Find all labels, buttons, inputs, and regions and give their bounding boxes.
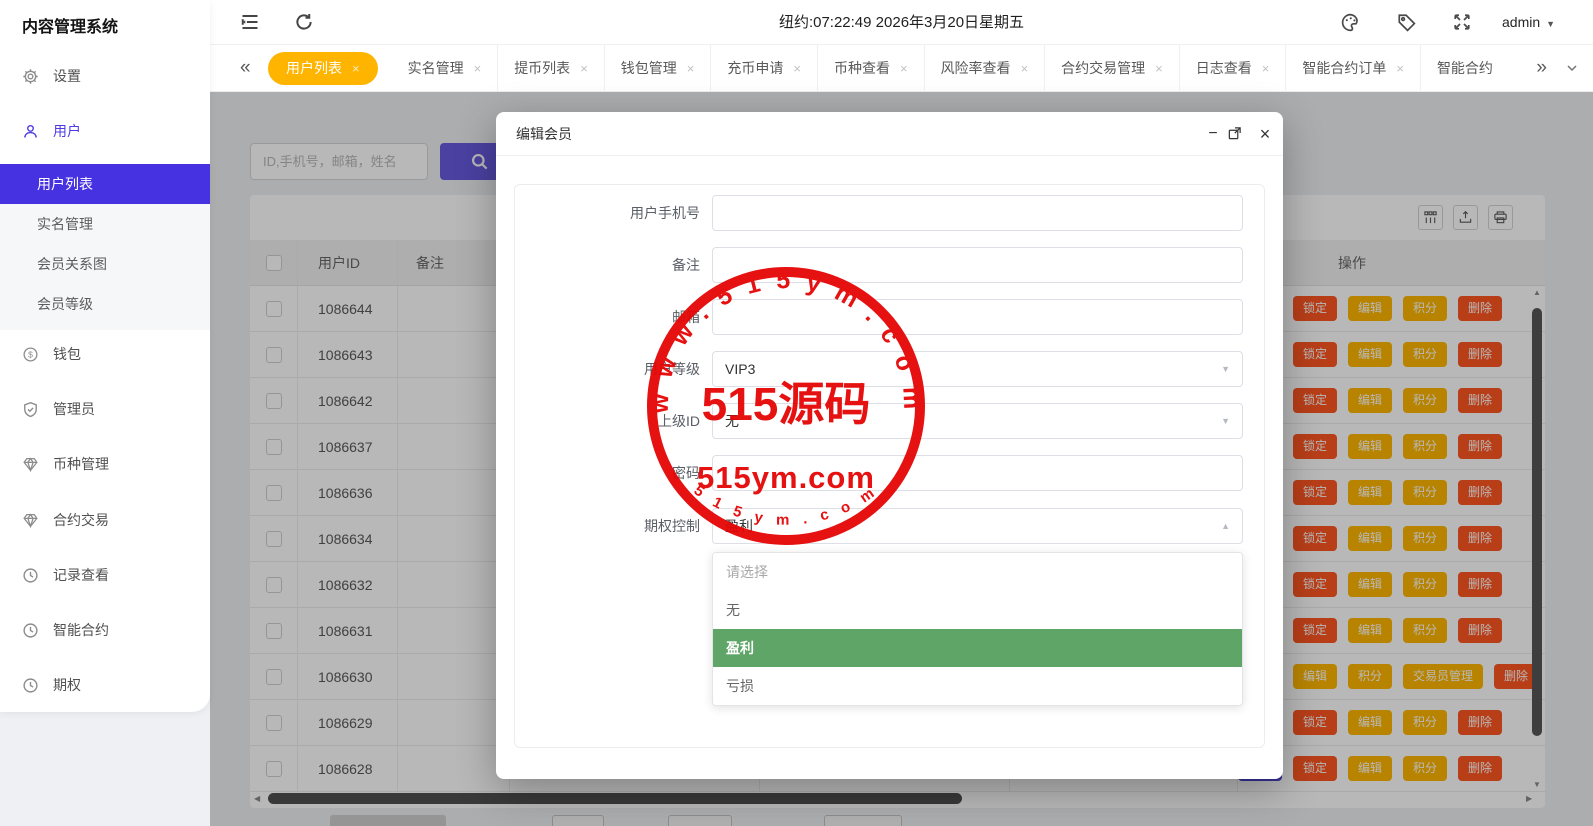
close-icon[interactable]: × [474, 61, 482, 76]
tab-smart-contract-orders[interactable]: 智能合约订单× [1286, 45, 1421, 92]
maximize-icon[interactable] [1227, 112, 1251, 156]
close-icon[interactable]: × [352, 61, 360, 76]
field-label-remark: 备注 [556, 247, 700, 283]
clock-display: 纽约:07:22:49 2026年3月20日星期五 [210, 0, 1593, 45]
clock-icon [22, 622, 39, 639]
sidebar-item-users[interactable]: 用户 [0, 112, 210, 150]
user-menu[interactable]: admin ▼ [1502, 0, 1555, 45]
submenu-item-realname[interactable]: 实名管理 [0, 204, 210, 244]
fullscreen-icon[interactable] [1452, 12, 1472, 32]
users-submenu: 用户列表 实名管理 会员关系图 会员等级 [0, 164, 210, 330]
tabs-scroll-right-icon[interactable]: » [1536, 45, 1547, 92]
close-icon[interactable]: × [793, 61, 801, 76]
field-label-option-control: 期权控制 [556, 508, 700, 544]
sidebar-item-smart-contract[interactable]: 智能合约 [0, 611, 210, 649]
sidebar-item-records[interactable]: 记录查看 [0, 556, 210, 594]
close-icon[interactable]: × [687, 61, 695, 76]
gear-icon [22, 68, 39, 85]
sidebar-item-label: 设置 [53, 66, 81, 86]
field-label-level: 用户等级 [556, 351, 700, 387]
sidebar-item-label: 记录查看 [53, 565, 109, 585]
tab-withdraw-list[interactable]: 提币列表× [498, 45, 605, 92]
modal-header: 编辑会员 − × [496, 112, 1283, 156]
sidebar-item-admins[interactable]: 管理员 [0, 390, 210, 428]
field-label-email: 邮箱 [556, 299, 700, 335]
tabs-menu-chevron-icon[interactable] [1565, 61, 1579, 75]
top-bar: 纽约:07:22:49 2026年3月20日星期五 admin ▼ [0, 0, 1593, 45]
modal-title: 编辑会员 [516, 112, 572, 156]
app-root: 纽约:07:22:49 2026年3月20日星期五 admin ▼ 内容管理系统 … [0, 0, 1593, 826]
close-icon[interactable]: × [1155, 61, 1163, 76]
caret-up-icon: ▲ [1221, 509, 1230, 543]
dollar-glyph: $ [28, 349, 33, 359]
tab-contract-trade-manage[interactable]: 合约交易管理× [1045, 45, 1180, 92]
caret-down-icon: ▼ [1546, 19, 1555, 29]
edit-member-modal: 编辑会员 − × 用户手机号 备注 邮箱 用户等级 VIP3▼ 上级ID 无▼ [496, 112, 1283, 779]
clock-icon [22, 677, 39, 694]
submenu-item-user-list[interactable]: 用户列表 [0, 164, 210, 204]
tab-strip: 用户列表× 实名管理× 提币列表× 钱包管理× 充币申请× 币种查看× 风险率查… [268, 45, 1515, 92]
submenu-item-relation-graph[interactable]: 会员关系图 [0, 244, 210, 284]
username: admin [1502, 14, 1540, 30]
sidebar-item-label: 用户 [53, 121, 81, 141]
sidebar-item-label: 智能合约 [53, 620, 109, 640]
close-icon[interactable]: × [1253, 112, 1277, 156]
sidebar-item-settings[interactable]: 设置 [0, 57, 210, 95]
sidebar-item-label: 管理员 [53, 399, 95, 419]
field-label-parent-id: 上级ID [556, 403, 700, 439]
tab-coin-view[interactable]: 币种查看× [818, 45, 925, 92]
close-icon[interactable]: × [580, 61, 588, 76]
field-label-password: 密码 [556, 455, 700, 491]
sidebar-item-label: 期权 [53, 675, 81, 695]
option-control-select[interactable]: 盈利▲ [712, 508, 1243, 544]
dropdown-option-loss[interactable]: 亏损 [713, 667, 1242, 705]
clock-icon [22, 567, 39, 584]
phone-input[interactable] [712, 195, 1243, 231]
tab-log-view[interactable]: 日志查看× [1180, 45, 1287, 92]
gem-icon [22, 512, 39, 529]
option-control-dropdown: 请选择 无 盈利 亏损 [712, 552, 1243, 706]
sidebar-item-label: 钱包 [53, 344, 81, 364]
level-select[interactable]: VIP3▼ [712, 351, 1243, 387]
tab-wallet-manage[interactable]: 钱包管理× [605, 45, 712, 92]
close-icon[interactable]: × [1021, 61, 1029, 76]
dropdown-option-profit[interactable]: 盈利 [713, 629, 1242, 667]
field-label-phone: 用户手机号 [556, 195, 700, 231]
tag-icon[interactable] [1396, 12, 1417, 33]
dropdown-option-placeholder[interactable]: 请选择 [713, 553, 1242, 591]
sidebar-item-label: 合约交易 [53, 510, 109, 530]
submenu-item-member-level[interactable]: 会员等级 [0, 284, 210, 324]
sidebar-item-coin-manage[interactable]: 币种管理 [0, 445, 210, 483]
sidebar-item-wallet[interactable]: $ 钱包 [0, 335, 210, 373]
email-input[interactable] [712, 299, 1243, 335]
remark-input[interactable] [712, 247, 1243, 283]
tabs-scroll-left-icon[interactable]: « [240, 45, 251, 92]
password-input[interactable] [712, 455, 1243, 491]
tab-risk-rate[interactable]: 风险率查看× [925, 45, 1046, 92]
close-icon[interactable]: × [1396, 61, 1404, 76]
theme-palette-icon[interactable] [1340, 12, 1361, 33]
tab-realname[interactable]: 实名管理× [392, 45, 499, 92]
caret-down-icon: ▼ [1221, 404, 1230, 438]
tab-smart-contract[interactable]: 智能合约 [1421, 45, 1493, 92]
close-icon[interactable]: × [900, 61, 908, 76]
app-title: 内容管理系统 [22, 13, 118, 37]
gem-icon [22, 456, 39, 473]
sidebar-item-options[interactable]: 期权 [0, 666, 210, 704]
shield-check-icon [22, 401, 39, 418]
sidebar: 内容管理系统 设置 用户 用户列表 实名管理 会员关系图 会员等级 $ 钱包 管… [0, 0, 210, 712]
sidebar-item-label: 币种管理 [53, 454, 109, 474]
sidebar-item-contract-trade[interactable]: 合约交易 [0, 501, 210, 539]
dropdown-option-none[interactable]: 无 [713, 591, 1242, 629]
minimize-icon[interactable]: − [1201, 112, 1225, 156]
parent-id-select[interactable]: 无▼ [712, 403, 1243, 439]
wallet-icon: $ [22, 346, 39, 363]
user-icon [22, 123, 39, 140]
tab-bar: « 用户列表× 实名管理× 提币列表× 钱包管理× 充币申请× 币种查看× 风险… [210, 45, 1593, 92]
tab-user-list[interactable]: 用户列表× [268, 52, 378, 85]
tab-deposit-request[interactable]: 充币申请× [711, 45, 818, 92]
close-icon[interactable]: × [1262, 61, 1270, 76]
caret-down-icon: ▼ [1221, 352, 1230, 386]
